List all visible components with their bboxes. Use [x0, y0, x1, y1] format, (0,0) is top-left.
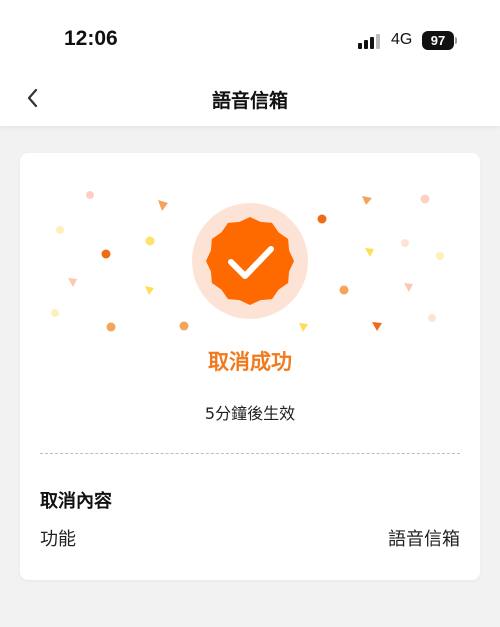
signal-icon — [358, 33, 384, 49]
result-subtitle: 5分鐘後生效 — [204, 404, 296, 423]
success-illustration — [51, 191, 444, 332]
section-title: 取消內容 — [40, 491, 112, 512]
divider — [40, 453, 460, 454]
detail-row-value: 語音信箱 — [388, 529, 460, 550]
detail-row-label: 功能 — [40, 529, 76, 550]
result-title: 取消成功 — [208, 350, 292, 374]
battery-nub — [455, 37, 457, 44]
battery-icon: 97 — [422, 31, 454, 50]
status-bar: 12:06 4G 97 — [0, 0, 500, 72]
nav-bar: 語音信箱 — [0, 72, 500, 126]
network-type: 4G — [391, 31, 413, 48]
status-time: 12:06 — [64, 27, 118, 50]
result-card: 取消成功 5分鐘後生效 取消內容 功能 語音信箱 — [20, 153, 480, 580]
page-title: 語音信箱 — [211, 90, 288, 112]
